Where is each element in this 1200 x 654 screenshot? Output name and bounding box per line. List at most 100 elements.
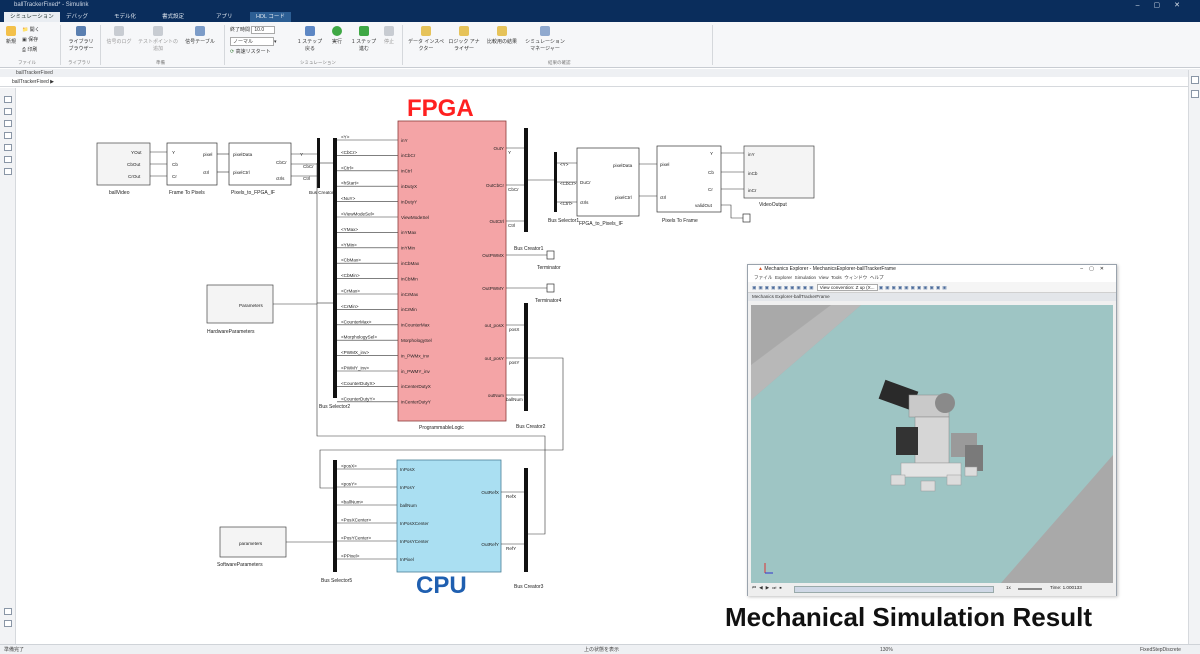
- port-label: pixel: [203, 152, 212, 157]
- library-browser-button[interactable]: ライブラリ ブラウザー: [66, 26, 96, 52]
- ballvideo-block[interactable]: [96, 142, 151, 186]
- open-button[interactable]: 📁 開く: [22, 26, 40, 33]
- image-icon[interactable]: [4, 144, 12, 151]
- mechanics-explorer-window[interactable]: ▲ Mechanics Explorer - MechanicsExplorer…: [747, 264, 1117, 596]
- model-tab[interactable]: ballTrackerFixed: [0, 69, 1200, 77]
- property-inspector-icon[interactable]: [1191, 76, 1199, 84]
- window-controls[interactable]: –▢✕: [1136, 0, 1194, 11]
- port-label: in_PWMx_inv: [401, 353, 430, 358]
- tab-hdl-code[interactable]: HDL コード: [250, 12, 291, 22]
- bus-selector1[interactable]: [554, 152, 557, 212]
- bus-creator[interactable]: [317, 138, 320, 188]
- log-signals-button[interactable]: 信号のログ: [104, 26, 134, 45]
- bus-signal-label: <PosXCenter>: [341, 518, 371, 523]
- solver-name[interactable]: FixedStepDiscrete: [1140, 645, 1181, 654]
- hide-icon[interactable]: [4, 620, 12, 627]
- print-button[interactable]: ⎙ 印刷: [22, 46, 37, 53]
- port-label: pixelCtrl: [233, 170, 250, 175]
- mech-3d-view[interactable]: [751, 305, 1113, 583]
- breadcrumb[interactable]: ballTrackerFixed ▶: [0, 78, 1200, 87]
- cpu-block[interactable]: [396, 459, 502, 573]
- bus-creator1-name: Bus Creator1: [514, 246, 544, 252]
- fast-restart-icon: ⟳: [230, 49, 235, 55]
- status-center[interactable]: 上の状態を表示: [584, 645, 619, 654]
- compare-results-label: 比較用の結果: [486, 39, 517, 45]
- mech-menu-item[interactable]: Simulation: [795, 275, 816, 280]
- arrow-icon[interactable]: [4, 120, 12, 127]
- mech-menu-item[interactable]: ファイル: [754, 275, 772, 280]
- bus-signal-label: <PosYCenter>: [341, 536, 371, 541]
- zoom-icon[interactable]: [4, 96, 12, 103]
- model-browser-icon[interactable]: [4, 608, 12, 615]
- save-button[interactable]: ▣ 保存: [22, 36, 38, 43]
- signal-table-label: 信号テーブル: [185, 39, 215, 45]
- speed-slider[interactable]: [1018, 588, 1042, 590]
- mech-menu-item[interactable]: Explorer: [775, 275, 792, 280]
- run-button[interactable]: 実行: [326, 26, 348, 45]
- bus-signal-label: <PWMY_inv>: [341, 366, 369, 371]
- mech-menu-item[interactable]: Tools: [831, 275, 842, 280]
- mech-menu-item[interactable]: ヘルプ: [870, 275, 884, 280]
- ballvideo-port: YOut: [131, 150, 142, 155]
- tab-apps[interactable]: アプリ: [210, 12, 239, 22]
- annotation-icon[interactable]: [4, 132, 12, 139]
- bus-signal-label: RefY: [506, 546, 516, 551]
- terminator4-block[interactable]: [546, 283, 555, 293]
- panel-icon[interactable]: [1191, 90, 1199, 98]
- open-label: 開く: [29, 27, 40, 33]
- add-testpoint-button[interactable]: テストポイントの追加: [138, 26, 178, 52]
- bus-selector2[interactable]: [333, 138, 337, 398]
- bus-signal-label: <posX>: [341, 464, 357, 469]
- logic-analyzer-button[interactable]: ロジック アナライザー: [446, 26, 482, 52]
- port-label: out_posX: [485, 323, 504, 328]
- mech-tab[interactable]: Mechanics Explorer-ballTrackerFrame: [748, 293, 1116, 301]
- tab-simulation[interactable]: シミュレーション: [4, 12, 60, 22]
- playback-controls[interactable]: ⏮◀▶⏭⏹: [752, 585, 785, 591]
- note-icon[interactable]: [4, 168, 12, 175]
- port-label: inYMax: [401, 230, 417, 235]
- compare-results-button[interactable]: 比較用の結果: [484, 26, 520, 45]
- tab-format[interactable]: 書式設定: [156, 12, 190, 22]
- fast-restart-button[interactable]: ⟳ 高速リスタート: [230, 48, 271, 55]
- sim-mode-select[interactable]: ノーマル ▾: [230, 37, 277, 46]
- step-back-button[interactable]: 1 ステップ戻る: [296, 26, 324, 52]
- fit-view-icon[interactable]: [4, 108, 12, 115]
- port-label: OutPWMY: [482, 286, 504, 291]
- stop-time-input[interactable]: 10.0: [251, 26, 276, 34]
- ribbon-separator: [402, 25, 403, 65]
- data-inspector-button[interactable]: データ インスペクター: [408, 26, 444, 52]
- tab-modeling[interactable]: モデル化: [108, 12, 142, 22]
- fast-restart-label: 高速リスタート: [235, 49, 271, 55]
- stop-time-field[interactable]: 終了時間 10.0: [230, 26, 276, 34]
- tab-debug[interactable]: デバッグ: [60, 12, 94, 22]
- terminator-block[interactable]: [546, 250, 555, 260]
- stop-button[interactable]: 停止: [380, 26, 398, 45]
- terminator-valid-block[interactable]: [742, 213, 751, 223]
- bus-signal-label: <YMin>: [341, 242, 357, 247]
- view-convention-select[interactable]: View convention: Z up (X...: [816, 284, 878, 291]
- playback-progress[interactable]: [794, 586, 994, 593]
- bus-signal-label: RefX: [506, 494, 516, 499]
- bus-creator2[interactable]: [524, 303, 528, 411]
- time-readout: Time: 1.000133: [1050, 585, 1082, 590]
- area-icon[interactable]: [4, 156, 12, 163]
- port-label: CbCr: [276, 160, 287, 165]
- mech-menu-item[interactable]: ウィンドウ: [844, 275, 867, 280]
- bus-creator-label: Y: [300, 152, 303, 157]
- mech-toolbar-icons[interactable]: ▣▣▣▣▣▣▣▣▣▣: [752, 285, 815, 290]
- library-group-label: ライブラリ: [68, 60, 91, 65]
- port-label: OutPWMX: [482, 253, 504, 258]
- playback-speed[interactable]: 1x: [1006, 585, 1011, 590]
- bus-creator1[interactable]: [524, 128, 528, 232]
- mech-window-controls[interactable]: –▢✕: [1080, 265, 1110, 274]
- step-forward-button[interactable]: 1 ステップ進む: [350, 26, 378, 52]
- bus-signal-label: <CbMax>: [341, 258, 361, 263]
- mech-view-icons[interactable]: ▣▣▣▣▣▣▣▣▣▣▣: [879, 285, 949, 290]
- bus-creator3[interactable]: [524, 468, 528, 572]
- programmable-logic-block[interactable]: [397, 120, 507, 422]
- signal-table-button[interactable]: 信号テーブル: [182, 26, 218, 45]
- new-button[interactable]: 新規: [4, 26, 18, 45]
- bus-selector5[interactable]: [333, 460, 337, 572]
- mech-menu-item[interactable]: View: [819, 275, 829, 280]
- sim-manager-button[interactable]: シミュレーション マネージャー: [522, 26, 568, 52]
